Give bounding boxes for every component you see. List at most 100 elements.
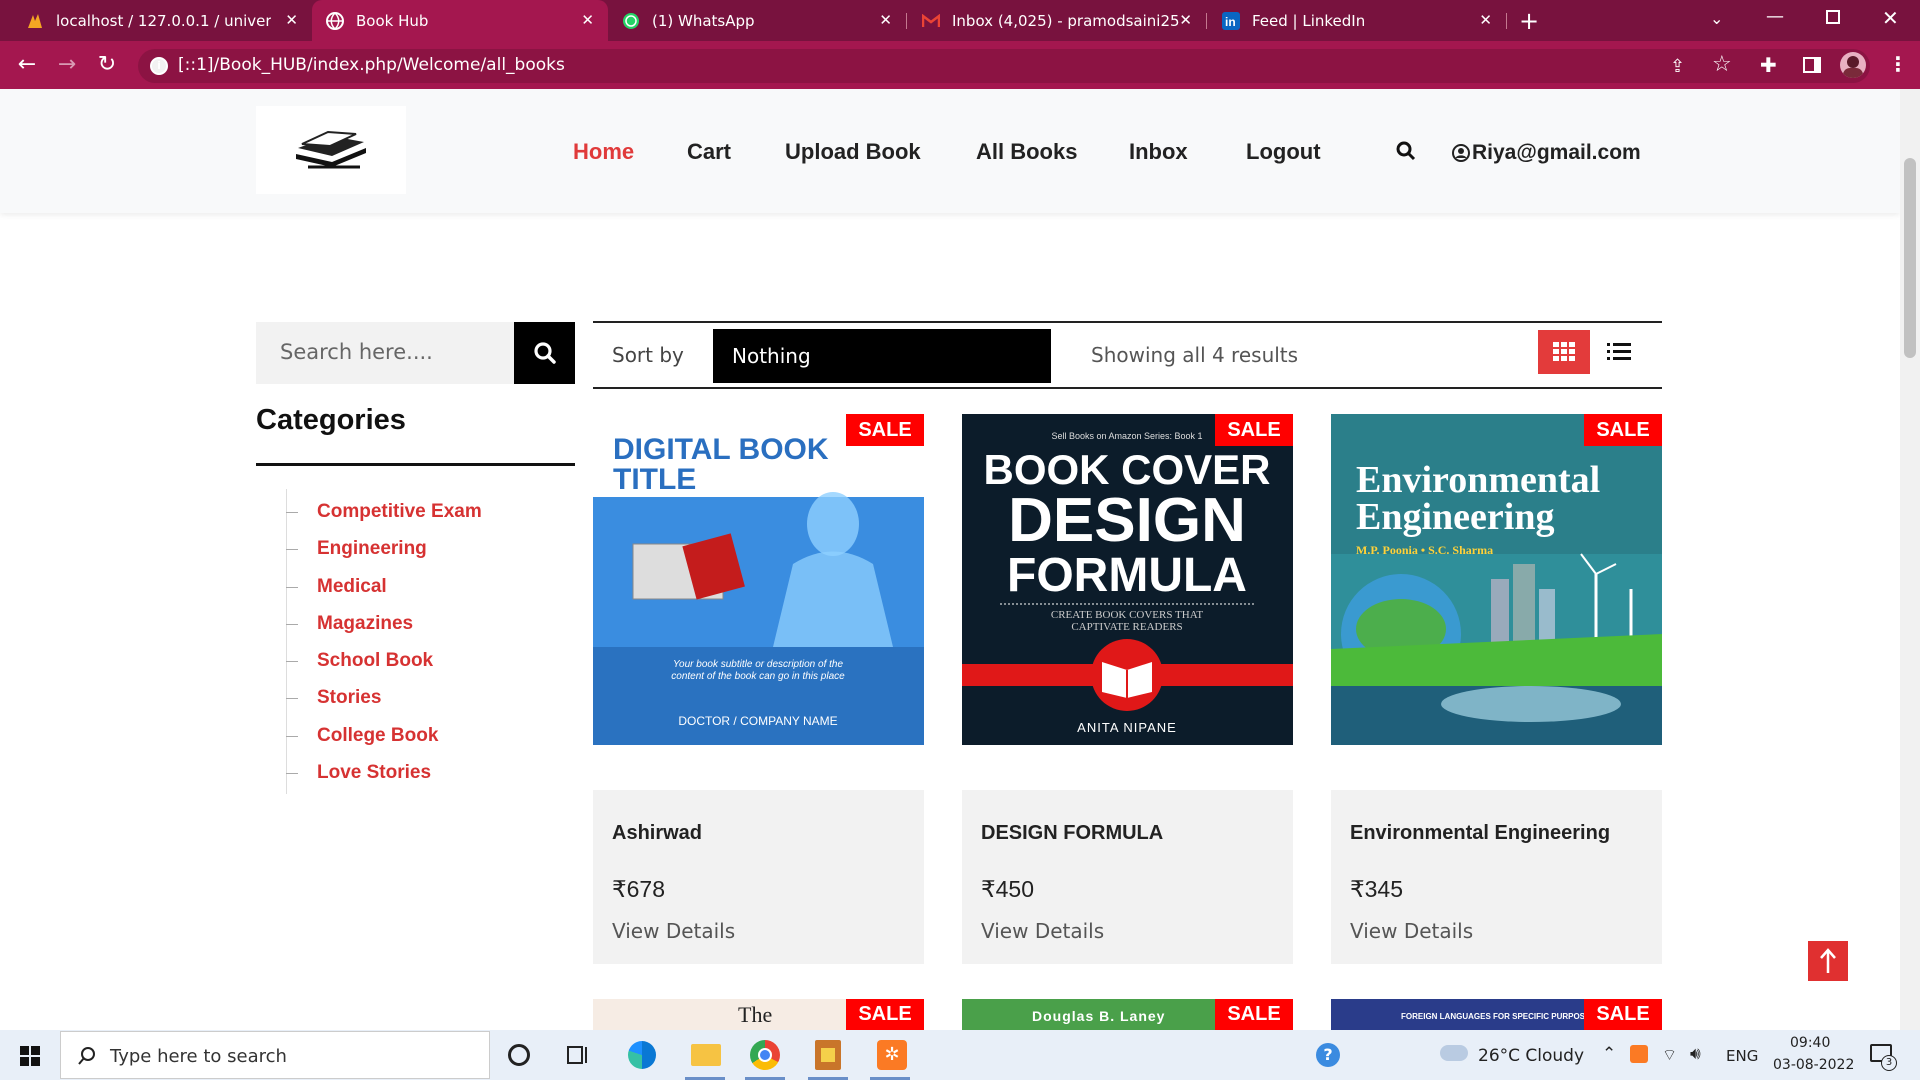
- menu-icon[interactable]: ⋮: [1888, 52, 1908, 76]
- book-cover[interactable]: Sell Books on Amazon Series: Book 1 BOOK…: [962, 414, 1293, 745]
- arrow-up-icon: [1820, 948, 1836, 973]
- search-icon[interactable]: [1396, 141, 1416, 165]
- reload-icon[interactable]: ↻: [94, 52, 120, 78]
- product-name[interactable]: Environmental Engineering: [1350, 822, 1610, 845]
- browser-tab[interactable]: localhost / 127.0.0.1 / university / ✕: [12, 0, 312, 41]
- cortana-icon[interactable]: [508, 1044, 530, 1066]
- notification-count-badge: 3: [1881, 1055, 1897, 1071]
- product-card: Environmental Engineering ₹345 View Deta…: [1331, 790, 1662, 964]
- sale-badge: SALE: [1584, 414, 1662, 446]
- nav-cart[interactable]: Cart: [687, 139, 731, 165]
- browser-tab[interactable]: in Feed | LinkedIn ✕: [1208, 0, 1506, 41]
- sublime-icon[interactable]: [815, 1040, 841, 1070]
- product-name[interactable]: Ashirwad: [612, 822, 702, 845]
- browser-tab[interactable]: Inbox (4,025) - pramodsaini2506 ✕: [908, 0, 1206, 41]
- nav-all-books[interactable]: All Books: [976, 139, 1077, 165]
- chevron-down-icon[interactable]: ⌄: [1710, 9, 1723, 28]
- browser-tab[interactable]: (1) WhatsApp ✕: [608, 0, 906, 41]
- nav-inbox[interactable]: Inbox: [1129, 139, 1188, 165]
- categories-heading: Categories: [256, 404, 406, 436]
- volume-icon[interactable]: 🔊︎: [1690, 1044, 1701, 1064]
- minimize-icon[interactable]: —: [1766, 6, 1784, 27]
- back-icon[interactable]: ←: [14, 52, 40, 78]
- close-icon[interactable]: ✕: [1179, 11, 1192, 29]
- close-icon[interactable]: ✕: [581, 11, 594, 29]
- close-icon[interactable]: ✕: [1479, 11, 1492, 29]
- task-view-icon[interactable]: [566, 1044, 590, 1070]
- windows-start-icon[interactable]: [20, 1046, 40, 1070]
- category-link[interactable]: School Book: [286, 650, 433, 672]
- category-link[interactable]: Love Stories: [286, 762, 431, 784]
- info-icon[interactable]: i: [150, 57, 168, 75]
- side-panel-icon[interactable]: [1803, 57, 1821, 73]
- close-icon[interactable]: ✕: [879, 11, 892, 29]
- help-icon[interactable]: ?: [1316, 1043, 1340, 1067]
- xampp-icon[interactable]: ✲: [877, 1040, 907, 1070]
- nav-home[interactable]: Home: [573, 139, 634, 165]
- site-logo[interactable]: [256, 106, 406, 194]
- file-explorer-icon[interactable]: [691, 1044, 721, 1066]
- product-card: Ashirwad ₹678 View Details: [593, 790, 924, 964]
- weather-text[interactable]: 26°C Cloudy: [1478, 1046, 1584, 1066]
- new-tab-icon[interactable]: +: [1519, 7, 1539, 35]
- sale-badge: SALE: [846, 999, 924, 1030]
- edge-icon[interactable]: [628, 1041, 656, 1069]
- product-price: ₹345: [1350, 876, 1404, 902]
- language-indicator[interactable]: ENG: [1726, 1047, 1758, 1065]
- nav-logout[interactable]: Logout: [1246, 139, 1321, 165]
- forward-icon[interactable]: →: [54, 52, 80, 78]
- share-icon[interactable]: ⇪: [1670, 56, 1685, 77]
- cover-subtitle: content of the book can go in this place: [671, 671, 845, 682]
- profile-avatar[interactable]: [1840, 52, 1866, 78]
- user-account[interactable]: Riya@gmail.com: [1452, 141, 1641, 165]
- close-window-icon[interactable]: ✕: [1882, 6, 1899, 30]
- view-details-link[interactable]: View Details: [981, 919, 1104, 943]
- star-icon[interactable]: ☆: [1712, 52, 1732, 77]
- chrome-icon[interactable]: [750, 1040, 780, 1070]
- taskbar-search-input[interactable]: Type here to search: [60, 1031, 490, 1079]
- search-button[interactable]: [514, 322, 575, 384]
- category-link[interactable]: Medical: [286, 576, 387, 598]
- sort-select[interactable]: Nothing: [713, 329, 1051, 383]
- browser-tab-active[interactable]: Book Hub ✕: [312, 0, 608, 41]
- sort-value: Nothing: [732, 344, 811, 368]
- restore-icon[interactable]: [1826, 10, 1840, 24]
- tab-separator: [1506, 13, 1507, 29]
- cover-subtitle: Your book subtitle or description of the: [673, 659, 844, 670]
- list-view-button[interactable]: [1604, 337, 1634, 367]
- taskbar-search-placeholder: Type here to search: [110, 1046, 287, 1067]
- category-tree-line: [286, 489, 287, 794]
- view-details-link[interactable]: View Details: [612, 919, 735, 943]
- address-bar[interactable]: i [::1]/Book_HUB/index.php/Welcome/all_b…: [138, 49, 1870, 83]
- view-details-link[interactable]: View Details: [1350, 919, 1473, 943]
- tab-title: localhost / 127.0.0.1 / university /: [56, 11, 271, 30]
- book-cover[interactable]: DIGITAL BOOK TITLE Your book subtitle or…: [593, 414, 924, 745]
- close-icon[interactable]: ✕: [285, 11, 298, 29]
- grid-view-button[interactable]: [1538, 330, 1590, 374]
- category-link[interactable]: Stories: [286, 687, 381, 709]
- nav-upload-book[interactable]: Upload Book: [785, 139, 921, 165]
- clock-time[interactable]: 09:40: [1790, 1035, 1830, 1051]
- divider: [593, 387, 1662, 389]
- url-text: [::1]/Book_HUB/index.php/Welcome/all_boo…: [178, 55, 565, 75]
- product-name[interactable]: DESIGN FORMULA: [981, 822, 1163, 845]
- book-cover[interactable]: Environmental Engineering M.P. Poonia • …: [1331, 414, 1662, 745]
- extensions-icon[interactable]: ✚: [1760, 53, 1777, 77]
- product-price: ₹450: [981, 876, 1035, 902]
- category-link[interactable]: Magazines: [286, 613, 413, 635]
- search-input[interactable]: Search here....: [256, 322, 514, 384]
- xampp-tray-icon[interactable]: [1630, 1045, 1648, 1063]
- grid-icon: [1553, 342, 1575, 361]
- category-link[interactable]: College Book: [286, 725, 438, 747]
- clock-date[interactable]: 03-08-2022: [1773, 1057, 1854, 1073]
- scroll-to-top-button[interactable]: [1808, 941, 1848, 981]
- wifi-icon[interactable]: ⌔: [1662, 1045, 1677, 1065]
- category-link[interactable]: Engineering: [286, 538, 427, 560]
- cover-title-line: TITLE: [613, 463, 696, 496]
- cover-title-line: DESIGN: [1008, 486, 1246, 555]
- whatsapp-icon: [622, 12, 640, 30]
- category-link[interactable]: Competitive Exam: [286, 501, 482, 523]
- scrollbar-thumb[interactable]: [1904, 158, 1916, 358]
- cover-title-line: Environmental: [1356, 459, 1600, 501]
- chevron-up-icon[interactable]: ⌃: [1602, 1044, 1616, 1064]
